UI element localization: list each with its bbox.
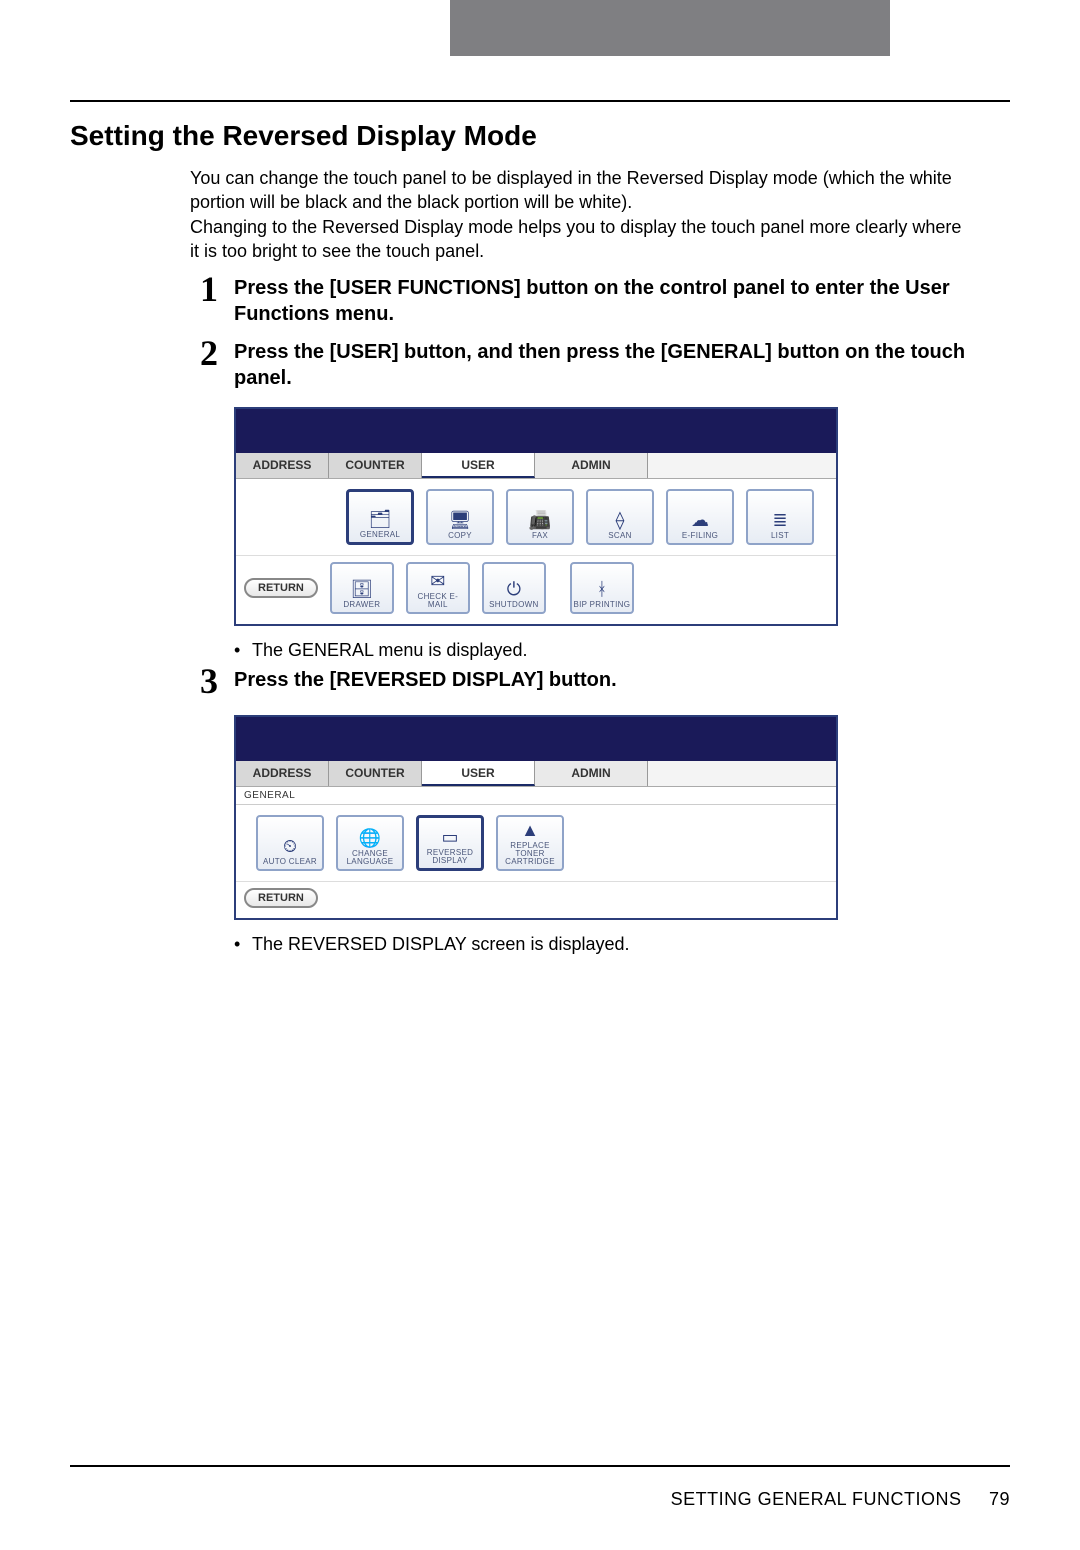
return-button[interactable]: RETURN xyxy=(244,578,318,598)
touch-panel-general-menu: ADDRESS COUNTER USER ADMIN GENERAL ⏲ AUT… xyxy=(234,715,838,920)
step-1: 1 Press the [USER FUNCTIONS] button on t… xyxy=(200,275,970,327)
toner-icon: ▲ xyxy=(515,818,545,842)
reversed-display-button[interactable]: ▭ REVERSED DISPLAY xyxy=(416,815,484,871)
page-title: Setting the Reversed Display Mode xyxy=(70,120,1010,152)
replace-toner-button[interactable]: ▲ REPLACE TONER CARTRIDGE xyxy=(496,815,564,871)
step-number: 3 xyxy=(200,663,234,699)
footer-line: SETTING GENERAL FUNCTIONS 79 xyxy=(70,1489,1010,1510)
change-language-button[interactable]: 🌐 CHANGE LANGUAGE xyxy=(336,815,404,871)
footer-rule xyxy=(70,1465,1010,1467)
fax-label: FAX xyxy=(532,532,548,540)
bip-printing-label: BIP PRINTING xyxy=(573,601,630,609)
efiling-label: E-FILING xyxy=(682,532,718,540)
general-button[interactable]: 🗂 GENERAL xyxy=(346,489,414,545)
intro-paragraph-2: Changing to the Reversed Display mode he… xyxy=(190,215,970,264)
footer-section: SETTING GENERAL FUNCTIONS xyxy=(671,1489,962,1509)
shutdown-label: SHUTDOWN xyxy=(489,601,539,609)
fax-button[interactable]: 📠 FAX xyxy=(506,489,574,545)
tab-row: ADDRESS COUNTER USER ADMIN xyxy=(236,761,836,787)
copy-button[interactable]: 🖥 COPY xyxy=(426,489,494,545)
scan-label: SCAN xyxy=(608,532,631,540)
efiling-button[interactable]: ☁ E-FILING xyxy=(666,489,734,545)
note-after-step2: The GENERAL menu is displayed. xyxy=(252,640,527,661)
step-text: Press the [USER] button, and then press … xyxy=(234,339,970,391)
submenu-label: GENERAL xyxy=(236,787,836,805)
list-button[interactable]: ≣ LIST xyxy=(746,489,814,545)
return-button[interactable]: RETURN xyxy=(244,888,318,908)
tab-address[interactable]: ADDRESS xyxy=(236,453,329,478)
email-icon: ✉ xyxy=(423,569,453,593)
tab-user[interactable]: USER xyxy=(422,761,535,786)
efiling-icon: ☁ xyxy=(685,508,715,532)
auto-clear-label: AUTO CLEAR xyxy=(263,858,317,866)
tab-counter[interactable]: COUNTER xyxy=(329,761,422,786)
list-icon: ≣ xyxy=(765,508,795,532)
drawer-button[interactable]: 🗄 DRAWER xyxy=(330,562,394,614)
touch-panel-user-menu: ADDRESS COUNTER USER ADMIN 🗂 GENERAL 🖥 C… xyxy=(234,407,838,626)
drawer-icon: 🗄 xyxy=(347,577,377,601)
scan-icon: ⟠ xyxy=(605,508,635,532)
tab-user[interactable]: USER xyxy=(422,453,535,478)
tab-address[interactable]: ADDRESS xyxy=(236,761,329,786)
icon-row: ⏲ AUTO CLEAR 🌐 CHANGE LANGUAGE ▭ REVERSE… xyxy=(236,805,836,881)
general-label: GENERAL xyxy=(360,531,400,539)
page-number: 79 xyxy=(989,1489,1010,1509)
step-number: 2 xyxy=(200,335,234,371)
fax-icon: 📠 xyxy=(525,508,555,532)
panel-titlebar xyxy=(236,717,836,761)
general-icon: 🗂 xyxy=(365,507,395,531)
copy-icon: 🖥 xyxy=(445,508,475,532)
check-email-label: CHECK E-MAIL xyxy=(408,593,468,609)
step-number: 1 xyxy=(200,271,234,307)
list-label: LIST xyxy=(771,532,789,540)
bluetooth-icon: ᚼ xyxy=(587,577,617,601)
check-email-button[interactable]: ✉ CHECK E-MAIL xyxy=(406,562,470,614)
copy-label: COPY xyxy=(448,532,472,540)
shutdown-button[interactable]: ⏻ SHUTDOWN xyxy=(482,562,546,614)
drawer-label: DRAWER xyxy=(343,601,380,609)
icon-row-1: 🗂 GENERAL 🖥 COPY 📠 FAX ⟠ SCAN ☁ E-F xyxy=(236,479,836,555)
intro-paragraph-1: You can change the touch panel to be dis… xyxy=(190,166,970,215)
step-2: 2 Press the [USER] button, and then pres… xyxy=(200,339,970,391)
scan-button[interactable]: ⟠ SCAN xyxy=(586,489,654,545)
tab-row: ADDRESS COUNTER USER ADMIN xyxy=(236,453,836,479)
bip-printing-button[interactable]: ᚼ BIP PRINTING xyxy=(570,562,634,614)
step-text: Press the [REVERSED DISPLAY] button. xyxy=(234,667,617,693)
note-after-step3: The REVERSED DISPLAY screen is displayed… xyxy=(252,934,630,955)
bottom-row: RETURN xyxy=(236,881,836,918)
header-gray-block xyxy=(70,0,1010,56)
shutdown-icon: ⏻ xyxy=(499,577,529,601)
reversed-display-label: REVERSED DISPLAY xyxy=(427,849,473,865)
tab-admin[interactable]: ADMIN xyxy=(535,453,648,478)
bullet-icon: • xyxy=(234,934,252,955)
panel-titlebar xyxy=(236,409,836,453)
tab-counter[interactable]: COUNTER xyxy=(329,453,422,478)
change-language-label: CHANGE LANGUAGE xyxy=(347,850,394,866)
top-rule xyxy=(70,100,1010,102)
auto-clear-icon: ⏲ xyxy=(275,834,305,858)
step-3: 3 Press the [REVERSED DISPLAY] button. xyxy=(200,667,970,699)
auto-clear-button[interactable]: ⏲ AUTO CLEAR xyxy=(256,815,324,871)
bullet-icon: • xyxy=(234,640,252,661)
replace-toner-label: REPLACE TONER CARTRIDGE xyxy=(505,842,555,866)
icon-row-2: RETURN 🗄 DRAWER ✉ CHECK E-MAIL ⏻ SHUTDOW… xyxy=(236,555,836,624)
step-text: Press the [USER FUNCTIONS] button on the… xyxy=(234,275,970,327)
tab-admin[interactable]: ADMIN xyxy=(535,761,648,786)
reversed-display-icon: ▭ xyxy=(435,825,465,849)
globe-icon: 🌐 xyxy=(355,826,385,850)
